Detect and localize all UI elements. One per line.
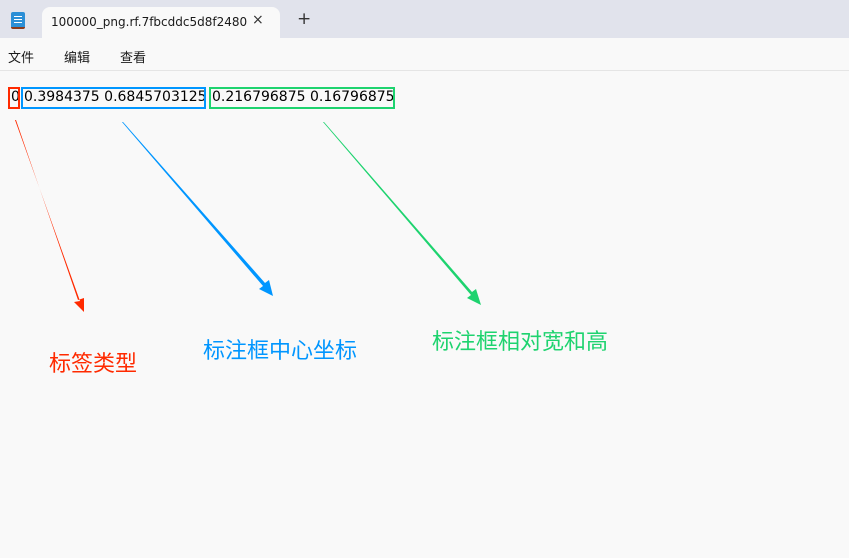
class-type-label: 标签类型 [49, 352, 138, 377]
green-arrow [323, 122, 481, 305]
red-arrow [15, 120, 84, 312]
blue-arrow [122, 122, 273, 296]
size-label: 标注框相对宽和高 [432, 330, 609, 355]
arrows [15, 120, 481, 312]
center-coords-label: 标注框中心坐标 [203, 339, 358, 364]
